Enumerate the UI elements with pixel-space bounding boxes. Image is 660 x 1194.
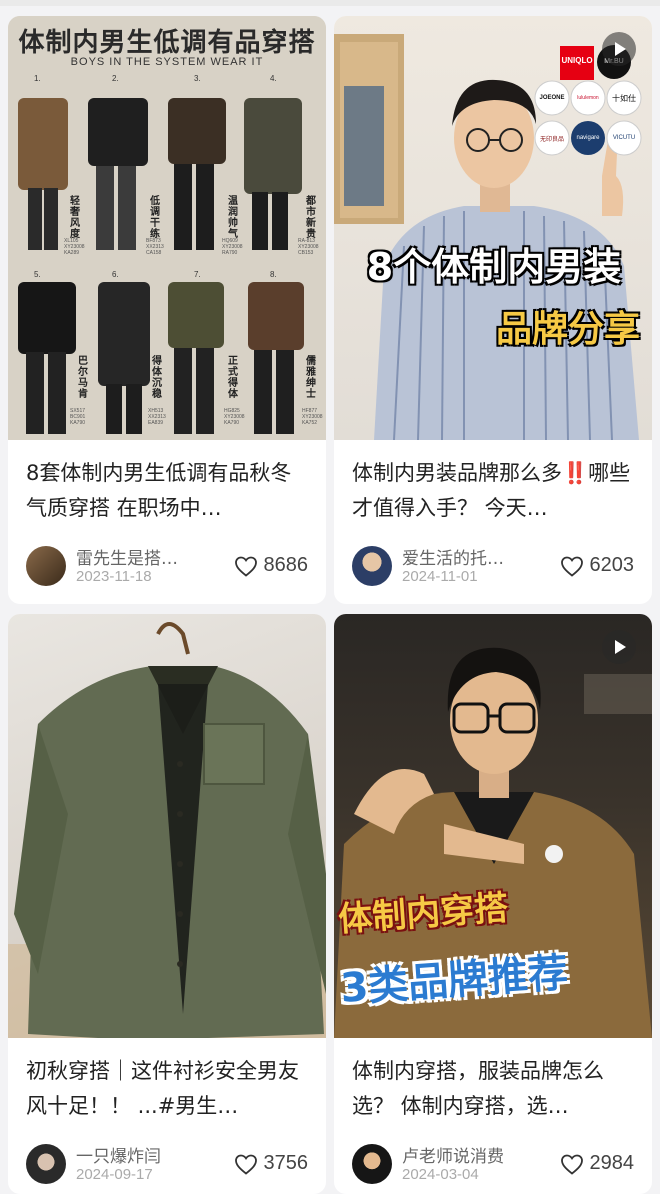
card-meta: 雷先生是搭… 2023-11-18 8686: [26, 544, 308, 590]
card-cover-image[interactable]: 体制内穿搭 3类品牌推荐: [334, 614, 652, 1038]
outfit-grid-illustration: [8, 16, 326, 440]
author-name[interactable]: 一只爆炸闫: [76, 1142, 161, 1167]
outfit-label: 温润帅气: [228, 196, 238, 240]
shirt-photo-illustration: [8, 622, 326, 1038]
outfit-num: 5.: [34, 270, 41, 279]
like-button[interactable]: 2984: [560, 1152, 635, 1175]
card-cover-image[interactable]: 体制内男生低调有品穿搭 BOYS IN THE SYSTEM WEAR IT 1…: [8, 16, 326, 440]
card-cover-image[interactable]: UNIQLO Mr.BU JOEONE lululemon 十如仕 无印良品 n…: [334, 16, 652, 440]
outfit-label: 都市新贵: [306, 196, 316, 240]
post-date: 2024-03-04: [402, 1166, 479, 1183]
brand-logo: VICUTU: [612, 135, 636, 141]
outfit-code: HQ609 XY23008 RA790: [222, 238, 243, 256]
outfit-num: 7.: [194, 270, 201, 279]
brand-logo: 无印良品: [539, 137, 564, 143]
card-title[interactable]: 初秋穿搭｜这件衬衫安全男友风十足！！ ...#男生…: [26, 1054, 308, 1124]
card-meta: 一只爆炸闫 2024-09-17 3756: [26, 1142, 308, 1188]
outfit-code: BF873 XX2313 CA158: [146, 238, 164, 256]
outfit-code: HF877 XY23008 KA752: [302, 408, 323, 426]
feed-card[interactable]: 初秋穿搭｜这件衬衫安全男友风十足！！ ...#男生… 一只爆炸闫 2024-09…: [8, 614, 326, 1194]
heart-icon: [560, 1154, 583, 1175]
feed-card[interactable]: UNIQLO Mr.BU JOEONE lululemon 十如仕 无印良品 n…: [334, 16, 652, 604]
outfit-num: 1.: [34, 74, 41, 83]
author-name[interactable]: 卢老师说消费: [402, 1142, 504, 1167]
like-count: 6203: [589, 554, 635, 576]
like-count: 2984: [589, 1152, 635, 1174]
outfit-label: 正式得体: [228, 356, 238, 400]
heart-icon: [560, 556, 583, 577]
outfit-code: HG825 XY23008 KA790: [224, 408, 245, 426]
brand-logo: UNIQLO: [561, 56, 593, 65]
outfit-num: 4.: [270, 74, 277, 83]
video-indicator: [602, 630, 636, 664]
speaker-photo-illustration: [334, 34, 642, 440]
feed-card[interactable]: 体制内男生低调有品穿搭 BOYS IN THE SYSTEM WEAR IT 1…: [8, 16, 326, 604]
outfit-code: XL105 XY23008 KA289: [64, 238, 85, 256]
outfit-code: XH513 XX2313 EA839: [148, 408, 166, 426]
outfit-label: 得体沉稳: [152, 356, 162, 400]
heart-icon: [234, 1154, 257, 1175]
cover-heading: 体制内男生低调有品穿搭: [18, 28, 316, 58]
cover-caption: 品牌分享: [495, 309, 640, 350]
outfit-label: 儒雅绅士: [306, 356, 316, 400]
avatar[interactable]: [352, 1144, 392, 1184]
outfit-num: 6.: [112, 270, 119, 279]
card-meta: 爱生活的托… 2024-11-01 6203: [352, 544, 634, 590]
like-button[interactable]: 3756: [234, 1152, 309, 1175]
brand-logo: 十如仕: [612, 94, 636, 103]
card-meta: 卢老师说消费 2024-03-04 2984: [352, 1142, 634, 1188]
outfit-num: 8.: [270, 270, 277, 279]
avatar[interactable]: [26, 1144, 66, 1184]
like-count: 3756: [263, 1152, 309, 1174]
outfit-code: RA-813 XY23008 CB153: [298, 238, 319, 256]
top-divider: [0, 0, 660, 6]
outfit-label: 低调干练: [150, 196, 160, 240]
avatar[interactable]: [26, 546, 66, 586]
author-name[interactable]: 爱生活的托…: [402, 544, 504, 569]
outfit-label: 巴尔马肯: [78, 356, 88, 400]
post-date: 2024-09-17: [76, 1166, 153, 1183]
card-title[interactable]: 体制内男装品牌那么多‼️哪些才值得入手？ 今天…: [352, 456, 634, 526]
feed-card[interactable]: 体制内穿搭 3类品牌推荐 体制内穿搭，服装品牌怎么选？ 体制内穿搭，选… 卢老师…: [334, 614, 652, 1194]
brand-logo: lululemon: [577, 95, 599, 101]
like-button[interactable]: 6203: [560, 554, 635, 577]
card-cover-image[interactable]: [8, 614, 326, 1038]
like-button[interactable]: 8686: [234, 554, 309, 577]
outfit-num: 2.: [112, 74, 119, 83]
card-title[interactable]: 8套体制内男生低调有品秋冬气质穿搭 在职场中…: [26, 456, 308, 526]
play-icon: [615, 42, 626, 56]
heart-icon: [234, 556, 257, 577]
post-date: 2023-11-18: [76, 568, 152, 585]
brand-logo: navigare: [576, 135, 600, 141]
play-icon: [615, 640, 626, 654]
avatar[interactable]: [352, 546, 392, 586]
author-name[interactable]: 雷先生是搭…: [76, 544, 178, 569]
cover-caption: 8个体制内男装: [366, 245, 622, 289]
like-count: 8686: [263, 554, 309, 576]
outfit-num: 3.: [194, 74, 201, 83]
brand-logo: JOEONE: [539, 95, 565, 101]
outfit-label: 轻奢风度: [70, 196, 80, 240]
cover-subheading: BOYS IN THE SYSTEM WEAR IT: [70, 56, 264, 68]
video-indicator: [602, 32, 636, 66]
post-date: 2024-11-01: [402, 568, 478, 585]
card-title[interactable]: 体制内穿搭，服装品牌怎么选？ 体制内穿搭，选…: [352, 1054, 634, 1124]
outfit-code: SX517 BC901 KA790: [70, 408, 86, 426]
